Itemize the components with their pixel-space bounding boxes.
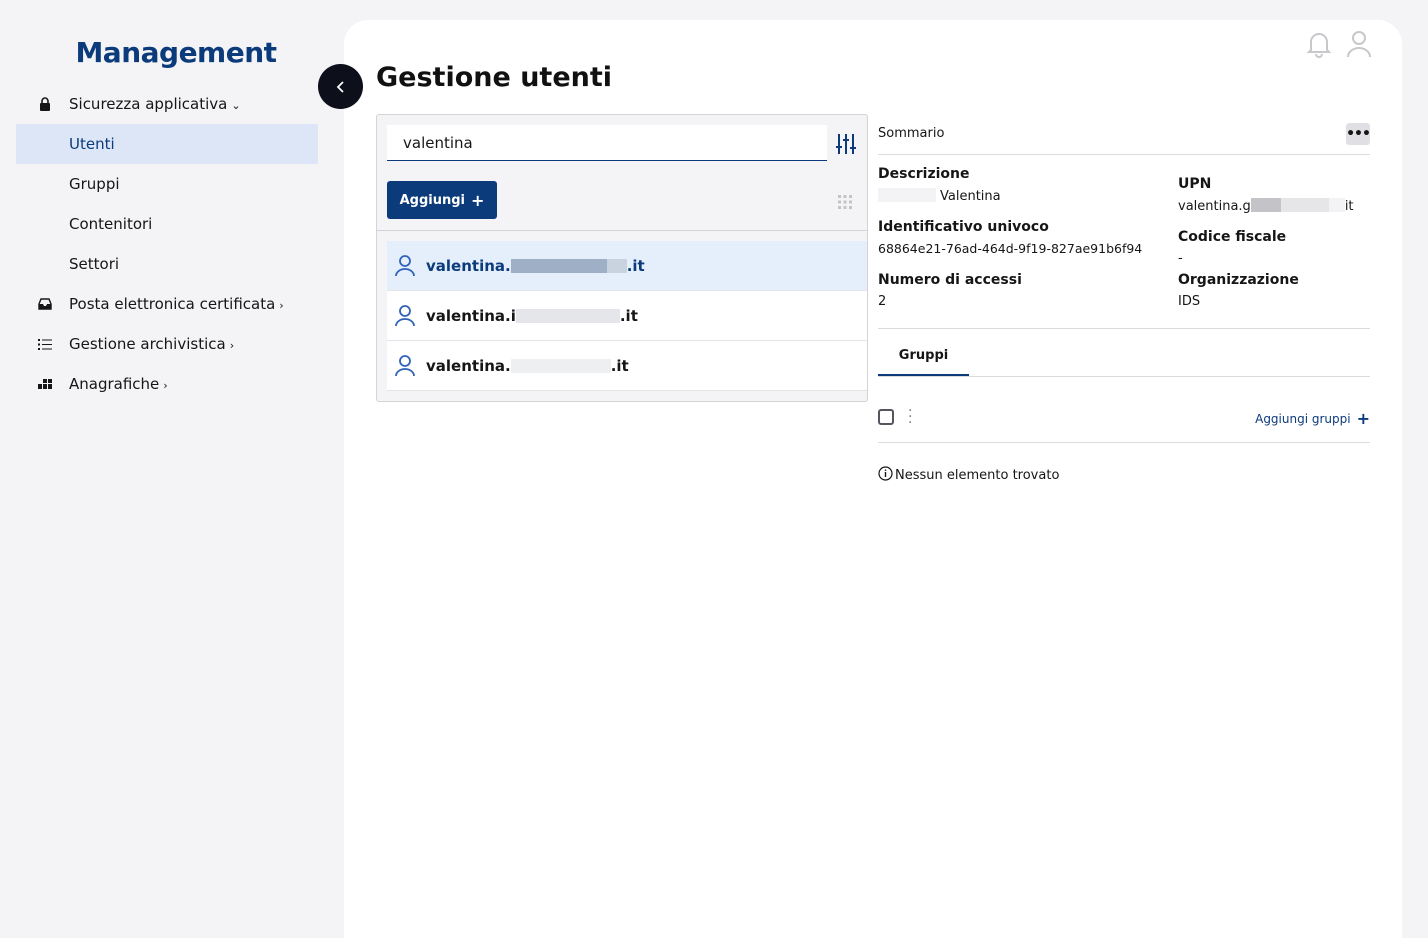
sidebar-item-label: Settori [69,255,120,273]
redacted-block [606,258,627,273]
divider [878,328,1370,329]
user-name-prefix: valentina. [426,256,511,275]
divider [878,154,1370,155]
chevron-right-icon: › [229,339,235,352]
sidebar-item-label: Gestione archivistica [69,335,226,353]
search-input-value: valentina [403,133,473,152]
empty-state-message: Nessun elemento trovato [878,466,1059,485]
tab-underline [878,376,1370,377]
redacted-block [515,308,620,323]
chevron-right-icon: › [279,299,284,312]
more-options-button[interactable]: ••• [1346,123,1371,145]
ellipsis-icon: ••• [1346,126,1371,142]
list-divider [377,230,867,231]
codice-fiscale-label: Codice fiscale [1178,229,1287,245]
sidebar-item-label: Sicurezza applicativa [69,95,228,113]
collapse-sidebar-button[interactable] [318,64,363,109]
lock-icon [38,97,52,111]
sidebar-item-label: Utenti [69,135,115,153]
descrizione-text: Valentina [940,189,1001,204]
info-icon [878,466,893,485]
sidebar-item-contenitori[interactable]: Contenitori [16,204,318,244]
sidebar-item-gruppi[interactable]: Gruppi [16,164,318,204]
numero-accessi-value: 2 [878,294,887,309]
user-profile-icon[interactable] [1346,30,1372,62]
user-name-suffix: .it [626,256,645,275]
codice-fiscale-value: - [1178,251,1183,266]
redacted-block [878,188,936,202]
upn-suffix: it [1344,199,1354,214]
redacted-block [1280,198,1329,212]
user-icon [395,305,415,327]
descrizione-label: Descrizione [878,166,970,182]
summary-label: Sommario [878,126,945,141]
user-icon [395,355,415,377]
divider [878,442,1370,443]
upn-value: valentina.g it [1178,198,1354,214]
main-panel: Gestione utenti valentina Aggiungi + val… [344,20,1402,938]
empty-message-text: Nessun elemento trovato [895,468,1060,483]
sidebar-item-label: Contenitori [69,215,153,233]
plus-icon: + [1356,409,1370,428]
user-list-panel: valentina Aggiungi + valentina. .it valen… [376,114,868,402]
tab-gruppi[interactable]: Gruppi [878,336,969,376]
redacted-block [1250,198,1281,212]
chevron-left-icon [336,80,344,93]
upn-prefix: valentina.g [1178,199,1251,214]
bell-icon[interactable] [1306,30,1332,62]
identificativo-label: Identificativo univoco [878,219,1049,235]
user-list-item[interactable]: valentina. .it [387,241,867,291]
grid-blocks-icon [38,377,52,391]
sidebar-item-sicurezza-applicativa[interactable]: Sicurezza applicativa ⌄ [16,84,318,124]
user-list-item[interactable]: valentina. .it [387,341,867,391]
select-all-checkbox[interactable] [878,409,894,425]
identificativo-value: 68864e21-76ad-464d-9f19-827ae91b6f94 [878,241,1143,256]
grid-view-icon[interactable] [837,194,853,210]
search-input[interactable]: valentina [387,125,827,161]
filter-settings-icon[interactable] [835,133,857,155]
redacted-block [510,358,611,373]
user-name-prefix: valentina.i [426,306,516,325]
plus-icon: + [471,190,485,210]
sidebar-item-settori[interactable]: Settori [16,244,318,284]
sidebar-item-anagrafiche[interactable]: Anagrafiche › [16,364,318,404]
header-icons [1306,30,1372,62]
inbox-icon [38,297,52,311]
kebab-menu-icon[interactable]: · · · [908,404,912,430]
sidebar-item-utenti[interactable]: Utenti [16,124,318,164]
sidebar: Management Sicurezza applicativa ⌄ Utenti… [0,0,344,938]
sidebar-item-gestione-archivistica[interactable]: Gestione archivistica › [16,324,318,364]
add-user-button[interactable]: Aggiungi + [387,181,497,219]
app-brand: Management [75,36,277,69]
sidebar-item-label: Posta elettronica certificata [69,295,276,313]
user-name-suffix: .it [610,356,629,375]
add-groups-label: Aggiungi gruppi [1255,411,1351,426]
redacted-block [1328,198,1345,212]
sidebar-item-label: Gruppi [69,175,120,193]
user-list-item[interactable]: valentina.i .it [387,291,867,341]
add-button-label: Aggiungi [399,192,465,208]
user-name-prefix: valentina. [426,356,511,375]
organizzazione-value: IDS [1178,294,1201,309]
page-title: Gestione utenti [376,62,613,93]
numero-accessi-label: Numero di accessi [878,272,1022,288]
list-icon [38,337,52,351]
upn-label: UPN [1178,176,1212,192]
redacted-block [510,258,607,273]
chevron-down-icon: ⌄ [231,99,241,112]
user-name-suffix: .it [619,306,638,325]
sidebar-item-posta-elettronica[interactable]: Posta elettronica certificata › [16,284,318,324]
chevron-right-icon: › [163,379,168,392]
descrizione-value: Valentina [878,188,1001,204]
sidebar-item-label: Anagrafiche [69,375,160,393]
organizzazione-label: Organizzazione [1178,272,1299,288]
user-icon [395,255,415,277]
add-groups-button[interactable]: Aggiungi gruppi + [1255,409,1370,428]
